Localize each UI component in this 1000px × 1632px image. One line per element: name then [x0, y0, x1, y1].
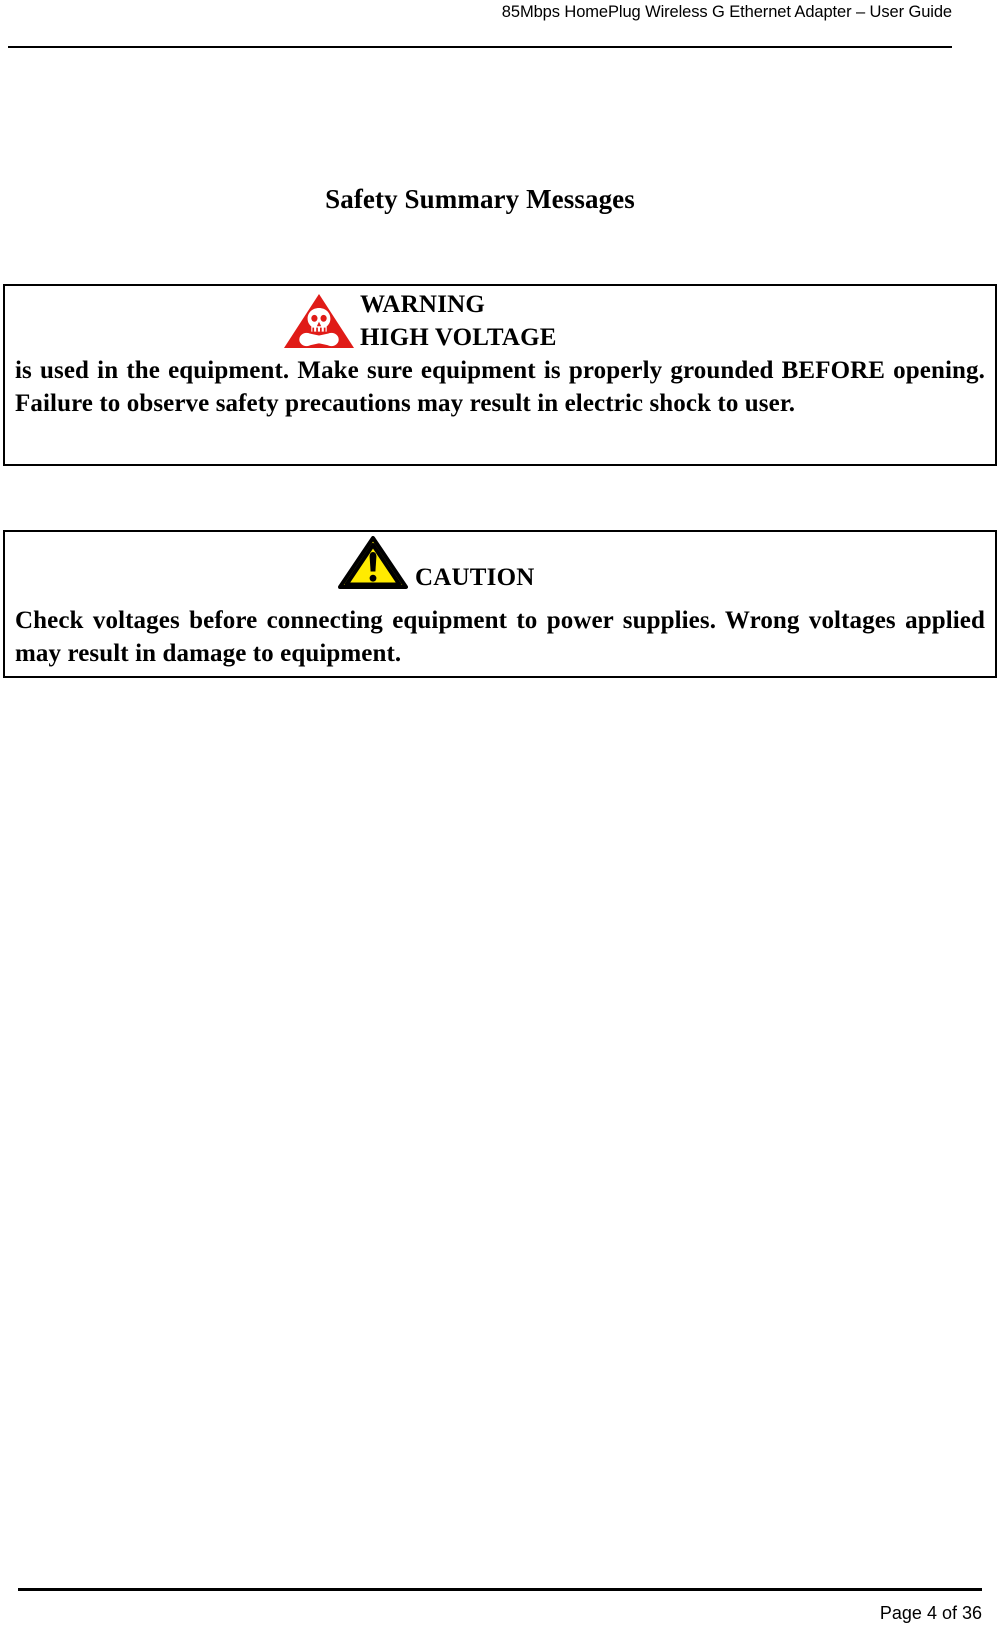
page-footer: Page 4 of 36	[0, 1560, 1000, 1632]
footer-divider-rule	[18, 1588, 982, 1591]
warning-headline-secondary: HIGH VOLTAGE	[360, 324, 557, 351]
caution-body-text: Check voltages before connecting equipme…	[15, 607, 985, 667]
high-voltage-skull-icon	[282, 292, 356, 350]
header-divider-rule	[8, 46, 952, 48]
header-document-title: 85Mbps HomePlug Wireless G Ethernet Adap…	[501, 3, 952, 21]
page-number: Page 4 of 36	[879, 1603, 982, 1623]
page-header: 85Mbps HomePlug Wireless G Ethernet Adap…	[0, 0, 1000, 52]
warning-body-text: is used in the equipment. Make sure equi…	[15, 357, 985, 417]
warning-headline-primary: WARNING	[360, 291, 486, 318]
caution-alert-box: CAUTION Check voltages before connecting…	[3, 530, 997, 678]
page-title: Safety Summary Messages	[325, 184, 635, 214]
caution-exclamation-icon	[338, 536, 408, 590]
warning-alert-box: WARNING HIGH VOLTAGE is used in the equi…	[3, 284, 997, 466]
caution-headline: CAUTION	[415, 564, 535, 591]
